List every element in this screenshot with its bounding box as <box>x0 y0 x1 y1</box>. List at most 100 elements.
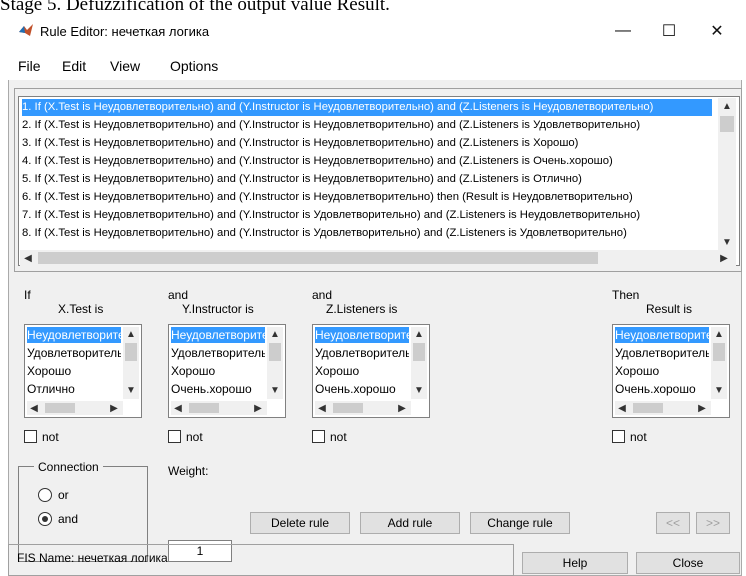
rule-item[interactable]: 4. If (X.Test is Неудовлетворительно) an… <box>22 153 712 170</box>
scroll-left-icon[interactable]: ◀ <box>20 250 36 266</box>
minimize-button[interactable]: — <box>600 14 646 48</box>
scroll-up-icon[interactable]: ▲ <box>267 327 283 341</box>
scroll-left-icon[interactable]: ◀ <box>27 401 41 415</box>
if-label: If <box>24 288 31 302</box>
maximize-button[interactable]: ☐ <box>646 14 692 48</box>
window-title: Rule Editor: нечеткая логика <box>40 24 210 39</box>
scroll-left-icon[interactable]: ◀ <box>315 401 329 415</box>
list-hscrollbar[interactable]: ◀ ▶ <box>615 401 711 415</box>
rule-item[interactable]: 7. If (X.Test is Неудовлетворительно) an… <box>22 207 712 224</box>
and-radio-label: and <box>58 512 79 526</box>
scroll-thumb[interactable] <box>189 403 219 413</box>
and-radio[interactable] <box>38 512 52 526</box>
scroll-down-icon[interactable]: ▼ <box>711 383 727 397</box>
help-button[interactable]: Help <box>522 552 628 574</box>
list-item[interactable]: Удовлетворительно <box>27 345 121 361</box>
list-item[interactable]: Хорошо <box>615 363 709 379</box>
y-membership-list[interactable]: Неудовлетворительно Удовлетворительно Хо… <box>168 324 286 418</box>
previous-button[interactable]: << <box>656 512 690 534</box>
rule-item[interactable]: 1. If (X.Test is Неудовлетворительно) an… <box>22 99 712 116</box>
list-item[interactable]: Очень.хорошо <box>171 381 265 397</box>
connection-title: Connection <box>34 460 103 474</box>
list-scrollbar[interactable]: ▲ ▼ <box>267 327 283 399</box>
list-item[interactable]: Неудовлетворительно <box>615 327 709 343</box>
list-item[interactable]: Удовлетворительно <box>615 345 709 361</box>
scroll-thumb[interactable] <box>269 343 281 361</box>
scroll-right-icon[interactable]: ▶ <box>716 250 732 266</box>
y-not-label: not <box>186 430 203 444</box>
scroll-down-icon[interactable]: ▼ <box>411 383 427 397</box>
result-not-label: not <box>630 430 647 444</box>
scroll-up-icon[interactable]: ▲ <box>123 327 139 341</box>
scroll-thumb[interactable] <box>633 403 663 413</box>
z-membership-list[interactable]: Неудовлетворительно Удовлетворительно Хо… <box>312 324 430 418</box>
list-item[interactable]: Очень.хорошо <box>315 381 409 397</box>
add-rule-button[interactable]: Add rule <box>360 512 460 534</box>
list-scrollbar[interactable]: ▲ ▼ <box>123 327 139 399</box>
scroll-up-icon[interactable]: ▲ <box>711 327 727 341</box>
scroll-thumb[interactable] <box>38 252 598 264</box>
list-scrollbar[interactable]: ▲ ▼ <box>411 327 427 399</box>
rules-horizontal-scrollbar[interactable]: ◀ ▶ <box>20 250 736 266</box>
scroll-thumb[interactable] <box>333 403 363 413</box>
menu-options[interactable]: Options <box>170 58 218 74</box>
scroll-down-icon[interactable]: ▼ <box>718 234 736 250</box>
radio-selected-icon <box>42 516 48 522</box>
list-item[interactable]: Хорошо <box>27 363 121 379</box>
rules-vertical-scrollbar[interactable]: ▲ ▼ <box>718 98 736 250</box>
result-membership-list[interactable]: Неудовлетворительно Удовлетворительно Хо… <box>612 324 730 418</box>
scroll-down-icon[interactable]: ▼ <box>267 383 283 397</box>
list-item[interactable]: Очень.хорошо <box>615 381 709 397</box>
rule-item[interactable]: 3. If (X.Test is Неудовлетворительно) an… <box>22 135 712 152</box>
list-item[interactable]: Хорошо <box>315 363 409 379</box>
rule-item[interactable]: 6. If (X.Test is Неудовлетворительно) an… <box>22 189 712 206</box>
scroll-right-icon[interactable]: ▶ <box>395 401 409 415</box>
x-not-checkbox[interactable] <box>24 430 37 443</box>
list-item[interactable]: Отлично <box>27 381 121 397</box>
list-item[interactable]: Неудовлетворительно <box>171 327 265 343</box>
list-hscrollbar[interactable]: ◀ ▶ <box>315 401 411 415</box>
change-rule-button[interactable]: Change rule <box>470 512 570 534</box>
list-scrollbar[interactable]: ▲ ▼ <box>711 327 727 399</box>
scroll-up-icon[interactable]: ▲ <box>411 327 427 341</box>
result-variable-label: Result is <box>646 302 693 316</box>
scroll-thumb[interactable] <box>125 343 137 361</box>
scroll-thumb[interactable] <box>413 343 425 361</box>
status-bar: FIS Name: нечеткая логика <box>8 544 514 576</box>
list-item[interactable]: Неудовлетворительно <box>315 327 409 343</box>
then-label: Then <box>612 288 640 302</box>
scroll-right-icon[interactable]: ▶ <box>695 401 709 415</box>
or-radio[interactable] <box>38 488 52 502</box>
rule-item[interactable]: 2. If (X.Test is Неудовлетворительно) an… <box>22 117 712 134</box>
rule-item[interactable]: 5. If (X.Test is Неудовлетворительно) an… <box>22 171 712 188</box>
weight-label: Weight: <box>168 464 209 478</box>
z-not-checkbox[interactable] <box>312 430 325 443</box>
list-item[interactable]: Удовлетворительно <box>171 345 265 361</box>
menu-view[interactable]: View <box>110 58 140 74</box>
close-window-button[interactable]: ✕ <box>694 14 740 48</box>
next-button[interactable]: >> <box>696 512 730 534</box>
scroll-down-icon[interactable]: ▼ <box>123 383 139 397</box>
y-not-checkbox[interactable] <box>168 430 181 443</box>
list-item[interactable]: Удовлетворительно <box>315 345 409 361</box>
list-item[interactable]: Хорошо <box>171 363 265 379</box>
x-membership-list[interactable]: Неудовлетворительно Удовлетворительно Хо… <box>24 324 142 418</box>
scroll-left-icon[interactable]: ◀ <box>171 401 185 415</box>
result-not-checkbox[interactable] <box>612 430 625 443</box>
rule-item[interactable]: 8. If (X.Test is Неудовлетворительно) an… <box>22 225 712 242</box>
menu-file[interactable]: File <box>18 58 41 74</box>
list-hscrollbar[interactable]: ◀ ▶ <box>27 401 123 415</box>
scroll-thumb[interactable] <box>45 403 75 413</box>
scroll-thumb[interactable] <box>713 343 725 361</box>
scroll-left-icon[interactable]: ◀ <box>615 401 629 415</box>
y-variable-label: Y.Instructor is <box>182 302 254 316</box>
scroll-up-icon[interactable]: ▲ <box>718 98 736 114</box>
close-button[interactable]: Close <box>636 552 740 574</box>
delete-rule-button[interactable]: Delete rule <box>250 512 350 534</box>
list-hscrollbar[interactable]: ◀ ▶ <box>171 401 267 415</box>
scroll-right-icon[interactable]: ▶ <box>107 401 121 415</box>
list-item[interactable]: Неудовлетворительно <box>27 327 121 343</box>
scroll-right-icon[interactable]: ▶ <box>251 401 265 415</box>
scroll-thumb[interactable] <box>720 116 734 132</box>
menu-edit[interactable]: Edit <box>62 58 86 74</box>
